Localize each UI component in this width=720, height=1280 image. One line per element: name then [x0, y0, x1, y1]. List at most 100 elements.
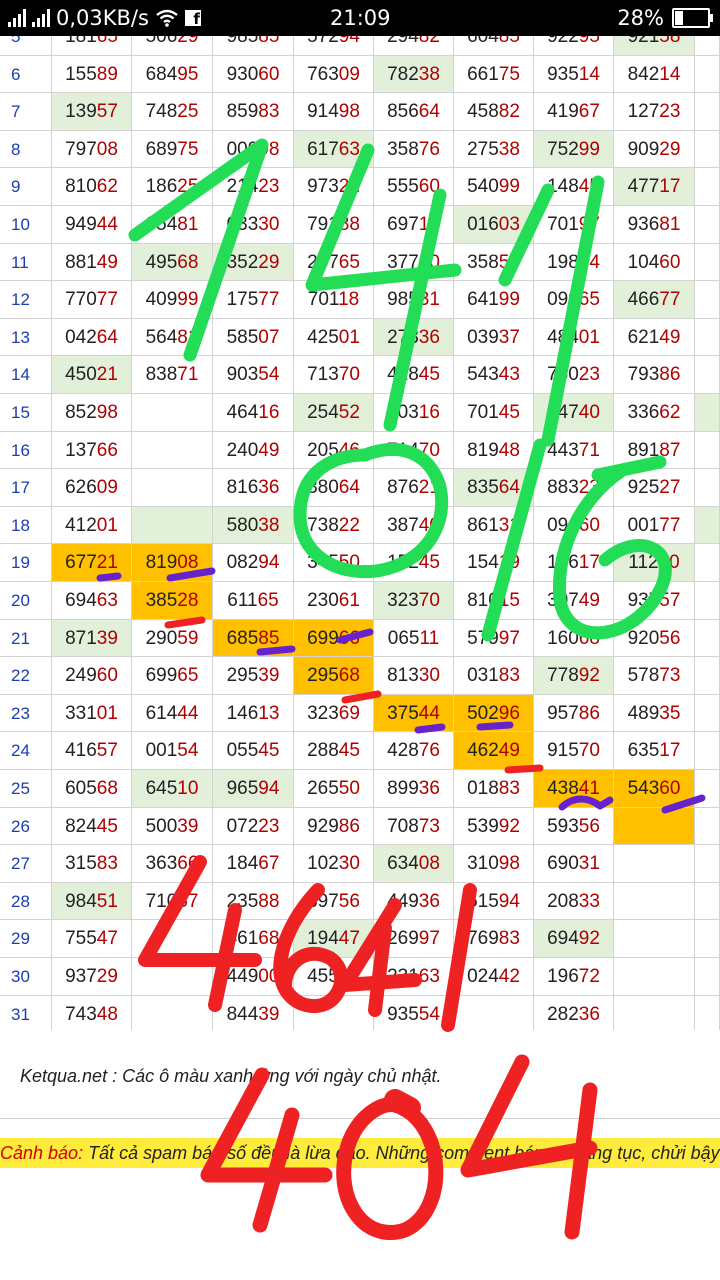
- table-edge: [695, 582, 720, 620]
- result-cell: 78238: [374, 55, 454, 94]
- result-cell: 83871: [132, 356, 213, 394]
- result-cell: 10230: [294, 845, 374, 883]
- result-cell: [132, 394, 213, 432]
- result-cell: 06511: [374, 619, 454, 658]
- result-cell: [132, 506, 213, 545]
- result-cell: 17577: [213, 281, 294, 319]
- result-cell: 13766: [52, 431, 132, 470]
- result-cell: 77077: [52, 281, 132, 319]
- result-cell: 88323: [534, 469, 614, 507]
- result-cell: 97322: [294, 168, 374, 206]
- day-number: 17: [0, 469, 52, 507]
- result-cell: 60485: [454, 36, 534, 56]
- result-cell: 29482: [374, 36, 454, 56]
- result-cell: 79188: [294, 206, 374, 244]
- result-cell: 81062: [52, 168, 132, 206]
- result-cell: 69463: [52, 582, 132, 620]
- result-cell: 29568: [294, 657, 374, 695]
- result-cell: 24960: [52, 657, 132, 695]
- result-cell: 91570: [534, 732, 614, 770]
- result-cell: 64510: [132, 770, 213, 808]
- result-cell: 57997: [454, 619, 534, 658]
- result-cell: 95786: [534, 694, 614, 733]
- day-number: 22: [0, 657, 52, 695]
- day-number: 31: [0, 995, 52, 1030]
- day-number: 27: [0, 845, 52, 883]
- result-cell: 59356: [534, 807, 614, 846]
- day-number: 20: [0, 582, 52, 620]
- result-cell: 00177: [614, 506, 695, 545]
- result-cell: 19672: [534, 958, 614, 996]
- day-number: 23: [0, 694, 52, 733]
- result-cell: 26997: [374, 920, 454, 958]
- result-cell: 93757: [614, 582, 695, 620]
- result-cell: 09660: [534, 506, 614, 545]
- page-footer: Ketqua.net : Các ô màu xanh ứng với ngày…: [0, 1030, 720, 1280]
- result-cell: 57294: [294, 36, 374, 56]
- network-speed: 0,03KB/s: [56, 6, 149, 30]
- table-edge: [695, 807, 720, 846]
- result-cell: 50296: [454, 694, 534, 733]
- result-cell: 50039: [132, 807, 213, 846]
- table-edge: [695, 431, 720, 470]
- table-edge: [695, 206, 720, 244]
- warning-banner: Cảnh báo: Tất cả spam bán số đều là lừa …: [0, 1138, 720, 1168]
- table-edge: [695, 36, 720, 56]
- result-cell: 01603: [454, 206, 534, 244]
- battery-icon: [672, 8, 713, 28]
- table-edge: [695, 318, 720, 357]
- result-cell: 24765: [294, 243, 374, 282]
- result-cell: 27538: [454, 130, 534, 169]
- result-cell: 90929: [614, 130, 695, 169]
- day-number: 24: [0, 732, 52, 770]
- result-cell: [614, 958, 695, 996]
- result-cell: 10460: [614, 243, 695, 282]
- result-cell: 11210: [614, 544, 695, 582]
- result-cell: 54099: [454, 168, 534, 206]
- result-cell: 45514: [294, 958, 374, 996]
- result-cell: 63408: [374, 845, 454, 883]
- clock: 21:09: [330, 6, 391, 30]
- result-cell: 46168: [213, 920, 294, 958]
- result-cell: 70197: [534, 206, 614, 244]
- table-edge: [695, 93, 720, 131]
- result-cell: [132, 958, 213, 996]
- result-cell: 76983: [454, 920, 534, 958]
- result-cell: 84214: [614, 55, 695, 94]
- result-cell: 28845: [294, 732, 374, 770]
- result-cell: 92056: [614, 619, 695, 658]
- result-cell: 68585: [213, 619, 294, 658]
- result-cell: 41845: [374, 356, 454, 394]
- result-cell: 98531: [374, 281, 454, 319]
- table-edge: [695, 394, 720, 432]
- result-cell: 70145: [454, 394, 534, 432]
- result-cell: [614, 882, 695, 921]
- result-cell: 41967: [534, 93, 614, 131]
- table-edge: [695, 544, 720, 582]
- result-cell: 12723: [614, 93, 695, 131]
- table-edge: [695, 356, 720, 394]
- result-cell: [132, 995, 213, 1030]
- result-cell: 73822: [294, 506, 374, 545]
- result-cell: 29059: [132, 619, 213, 658]
- result-cell: 33101: [52, 694, 132, 733]
- result-cell: 31583: [52, 845, 132, 883]
- result-cell: 44936: [374, 882, 454, 921]
- result-cell: 92295: [534, 36, 614, 56]
- result-cell: 93554: [374, 995, 454, 1030]
- result-cell: 29539: [213, 657, 294, 695]
- result-cell: 16068: [534, 619, 614, 658]
- result-cell: 58507: [213, 318, 294, 357]
- result-cell: [614, 920, 695, 958]
- table-edge: [695, 995, 720, 1030]
- result-cell: 87139: [52, 619, 132, 658]
- result-cell: 85983: [213, 93, 294, 131]
- result-cell: 08294: [213, 544, 294, 582]
- result-cell: 46249: [454, 732, 534, 770]
- result-cell: 55560: [374, 168, 454, 206]
- day-number: 5: [0, 36, 52, 56]
- result-cell: 03937: [454, 318, 534, 357]
- signal-icon: [8, 9, 26, 27]
- result-cell: 01883: [454, 770, 534, 808]
- result-cell: 15245: [374, 544, 454, 582]
